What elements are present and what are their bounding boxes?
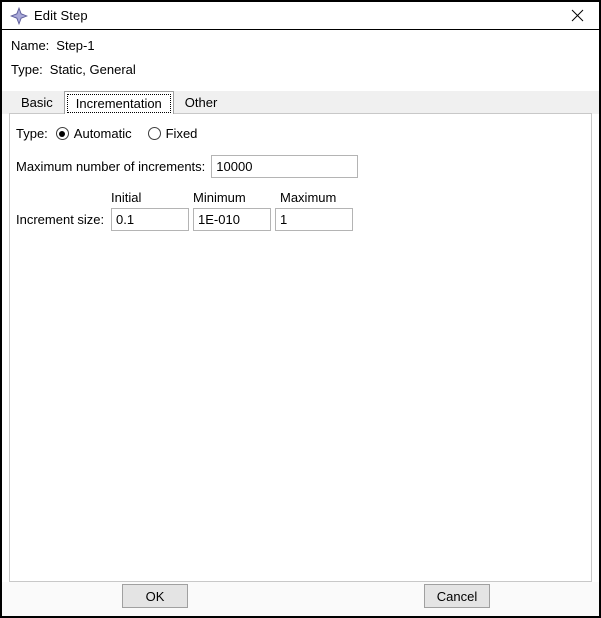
step-name-label: Name: — [11, 38, 50, 53]
increment-size-minimum-input[interactable] — [193, 208, 271, 231]
type-row: Type: Automatic Fixed — [10, 114, 591, 144]
increment-size-column-headers: Initial Minimum Maximum — [10, 190, 591, 205]
column-header-maximum: Maximum — [280, 190, 337, 205]
radio-automatic-indicator[interactable] — [55, 127, 69, 140]
edit-step-dialog: Edit Step Name: Step-1 Type: Static, Gen… — [0, 0, 601, 618]
step-type-value: Static, General — [49, 62, 136, 77]
ok-button[interactable]: OK — [122, 584, 188, 608]
title-bar: Edit Step — [2, 2, 599, 30]
tab-incrementation-label: Incrementation — [75, 95, 162, 111]
step-name-row: Name: Step-1 — [2, 30, 599, 62]
dialog-footer: OK Cancel — [2, 582, 599, 616]
step-type-row: Type: Static, General — [2, 62, 599, 84]
step-header: Name: Step-1 Type: Static, General — [2, 30, 599, 84]
step-name-value: Step-1 — [56, 38, 95, 53]
incrementation-panel: Type: Automatic Fixed Maximum number of … — [9, 113, 592, 582]
radio-fixed-label: Fixed — [165, 126, 198, 141]
increment-size-label: Increment size: — [16, 212, 105, 227]
close-icon[interactable] — [555, 2, 599, 28]
increment-size-initial-input[interactable] — [111, 208, 189, 231]
tab-bar: Basic Incrementation Other — [2, 91, 599, 114]
radio-fixed[interactable]: Fixed — [147, 126, 198, 141]
tab-basic[interactable]: Basic — [10, 91, 64, 114]
column-header-initial: Initial — [111, 190, 142, 205]
cancel-button[interactable]: Cancel — [424, 584, 490, 608]
tab-other-label: Other — [184, 95, 218, 110]
type-label: Type: — [16, 126, 48, 141]
increment-size-row: Increment size: — [10, 208, 591, 231]
column-header-minimum: Minimum — [193, 190, 246, 205]
tab-other[interactable]: Other — [173, 91, 229, 114]
step-diamond-icon — [9, 6, 29, 25]
max-increments-label: Maximum number of increments: — [16, 159, 206, 174]
tab-incrementation[interactable]: Incrementation — [63, 91, 174, 114]
tab-basic-label: Basic — [21, 95, 53, 110]
radio-automatic[interactable]: Automatic — [55, 126, 132, 141]
max-increments-input[interactable] — [211, 155, 359, 178]
max-increments-row: Maximum number of increments: — [10, 155, 591, 178]
window-title: Edit Step — [34, 8, 88, 23]
step-type-label: Type: — [11, 62, 43, 77]
radio-fixed-indicator[interactable] — [147, 127, 161, 140]
radio-automatic-label: Automatic — [73, 126, 132, 141]
increment-size-maximum-input[interactable] — [275, 208, 353, 231]
